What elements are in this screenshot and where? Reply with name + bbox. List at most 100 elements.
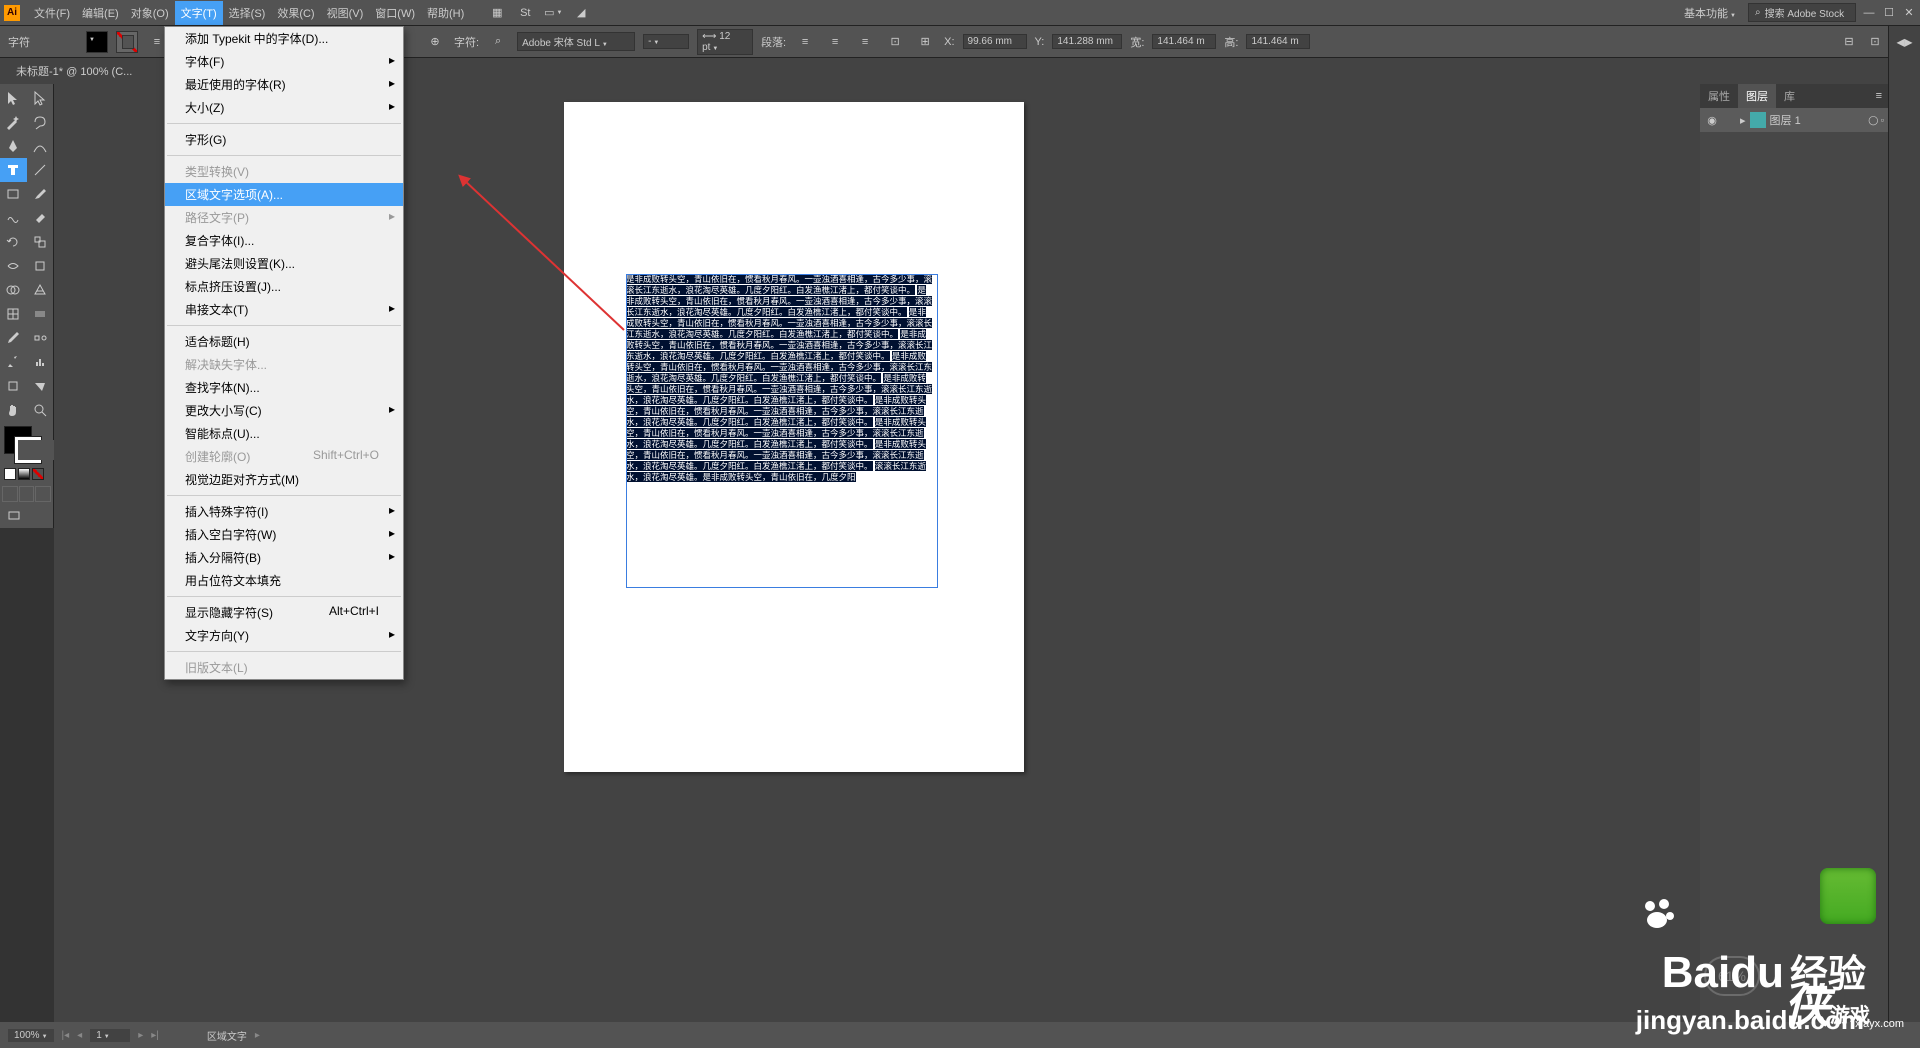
w-value[interactable]: 141.464 m bbox=[1152, 34, 1216, 49]
text-frame[interactable]: 是非成败转头空，青山依旧在，惯看秋月春风。一壶浊酒喜相逢，古今多少事，滚滚长江东… bbox=[626, 274, 932, 483]
screen-mode[interactable] bbox=[0, 504, 27, 528]
menu-select[interactable]: 选择(S) bbox=[223, 1, 272, 25]
panel-menu-icon[interactable]: ≡ bbox=[1876, 90, 1882, 102]
char-panel-label[interactable]: 字符 bbox=[8, 34, 30, 50]
curvature-tool[interactable] bbox=[27, 134, 54, 158]
eraser-tool[interactable] bbox=[27, 206, 54, 230]
workspace-switcher[interactable]: 基本功能 bbox=[1678, 1, 1742, 25]
menu-edit[interactable]: 编辑(E) bbox=[76, 1, 125, 25]
menu-item[interactable]: 显示隐藏字符(S)Alt+Ctrl+I bbox=[165, 601, 403, 624]
menu-help[interactable]: 帮助(H) bbox=[421, 1, 470, 25]
ref-point-icon[interactable]: ⊞ bbox=[914, 31, 936, 53]
menu-object[interactable]: 对象(O) bbox=[125, 1, 175, 25]
perspective-tool[interactable] bbox=[27, 278, 54, 302]
panel-tab-properties[interactable]: 属性 bbox=[1700, 84, 1738, 108]
menu-item[interactable]: 避头尾法则设置(K)... bbox=[165, 252, 403, 275]
font-size[interactable]: ⟷ 12 pt bbox=[697, 29, 753, 55]
symbol-tool[interactable] bbox=[0, 350, 27, 374]
stock-icon[interactable]: St bbox=[514, 2, 536, 24]
maximize-button[interactable]: ☐ bbox=[1882, 6, 1896, 19]
menu-item[interactable]: 大小(Z)▸ bbox=[165, 96, 403, 119]
close-button[interactable]: ✕ bbox=[1902, 6, 1916, 19]
eyedropper-tool[interactable] bbox=[0, 326, 27, 350]
slice-tool[interactable] bbox=[27, 374, 54, 398]
menu-item[interactable]: 更改大小写(C)▸ bbox=[165, 399, 403, 422]
menu-item[interactable]: 最近使用的字体(R)▸ bbox=[165, 73, 403, 96]
hand-tool[interactable] bbox=[0, 398, 27, 422]
layer-row[interactable]: ◉ ▸ 图层 1 ◯ ▫ bbox=[1700, 108, 1888, 132]
first-page-icon[interactable]: |◂ bbox=[62, 1030, 70, 1041]
panel-dock-edge[interactable] bbox=[1888, 58, 1920, 1022]
menu-item[interactable]: 串接文本(T)▸ bbox=[165, 298, 403, 321]
blend-tool[interactable] bbox=[27, 326, 54, 350]
fill-stroke-indicator[interactable] bbox=[0, 422, 53, 484]
direct-selection-tool[interactable] bbox=[27, 86, 54, 110]
menu-item[interactable]: 标点挤压设置(J)... bbox=[165, 275, 403, 298]
x-value[interactable]: 99.66 mm bbox=[963, 34, 1027, 49]
menu-item[interactable]: 智能标点(U)... bbox=[165, 422, 403, 445]
transform-icon[interactable]: ⊡ bbox=[884, 31, 906, 53]
menu-item[interactable]: 字体(F)▸ bbox=[165, 50, 403, 73]
menu-effect[interactable]: 效果(C) bbox=[271, 1, 320, 25]
menu-type[interactable]: 文字(T) bbox=[175, 1, 223, 25]
pen-tool[interactable] bbox=[0, 134, 27, 158]
font-style[interactable]: - bbox=[643, 34, 689, 49]
align-right-icon[interactable]: ≡ bbox=[854, 31, 876, 53]
minimize-button[interactable]: — bbox=[1862, 7, 1876, 19]
menu-item[interactable]: 插入分隔符(B)▸ bbox=[165, 546, 403, 569]
line-tool[interactable] bbox=[27, 158, 54, 182]
arrange-icon[interactable]: ▭ bbox=[542, 2, 564, 24]
align-left-icon[interactable]: ≡ bbox=[794, 31, 816, 53]
setup-icon[interactable]: ⊟ bbox=[1838, 31, 1860, 53]
type-tool[interactable] bbox=[0, 158, 27, 182]
stroke-swatch[interactable] bbox=[116, 31, 138, 53]
draw-mode[interactable] bbox=[0, 484, 53, 504]
font-family[interactable]: Adobe 宋体 Std L bbox=[517, 32, 635, 51]
font-panel-icon[interactable]: ⊕ bbox=[424, 31, 446, 53]
status-menu-icon[interactable]: ▸ bbox=[255, 1030, 260, 1041]
prev-page-icon[interactable]: ◂ bbox=[77, 1030, 82, 1041]
gradient-tool[interactable] bbox=[27, 302, 54, 326]
menu-item[interactable]: 查找字体(N)... bbox=[165, 376, 403, 399]
dock-collapse-icon[interactable]: ◂▸ bbox=[1888, 26, 1920, 58]
gpu-icon[interactable]: ◢ bbox=[570, 2, 592, 24]
search-adobe-stock[interactable]: ⌕搜索 Adobe Stock bbox=[1748, 3, 1856, 22]
menu-item[interactable]: 文字方向(Y)▸ bbox=[165, 624, 403, 647]
menu-item[interactable]: 区域文字选项(A)... bbox=[165, 183, 403, 206]
target-icon[interactable]: ◯ ▫ bbox=[1868, 115, 1884, 126]
last-page-icon[interactable]: ▸| bbox=[151, 1030, 159, 1041]
h-value[interactable]: 141.464 m bbox=[1246, 34, 1310, 49]
font-search-icon[interactable]: ⌕ bbox=[487, 31, 509, 53]
artboard-nav[interactable]: 1 bbox=[90, 1029, 130, 1042]
zoom-tool[interactable] bbox=[27, 398, 54, 422]
width-tool[interactable] bbox=[0, 254, 27, 278]
align-center-icon[interactable]: ≡ bbox=[824, 31, 846, 53]
menu-item[interactable]: 插入空白字符(W)▸ bbox=[165, 523, 403, 546]
graph-tool[interactable] bbox=[27, 350, 54, 374]
shaper-tool[interactable] bbox=[0, 206, 27, 230]
menu-item[interactable]: 插入特殊字符(I)▸ bbox=[165, 500, 403, 523]
menu-item[interactable]: 适合标题(H) bbox=[165, 330, 403, 353]
scale-tool[interactable] bbox=[27, 230, 54, 254]
menu-item[interactable]: 字形(G) bbox=[165, 128, 403, 151]
menu-file[interactable]: 文件(F) bbox=[28, 1, 76, 25]
visibility-icon[interactable]: ◉ bbox=[1704, 114, 1720, 127]
free-transform-tool[interactable] bbox=[27, 254, 54, 278]
panel-tab-libraries[interactable]: 库 bbox=[1776, 84, 1803, 108]
menu-view[interactable]: 视图(V) bbox=[321, 1, 370, 25]
shape-builder-tool[interactable] bbox=[0, 278, 27, 302]
menu-window[interactable]: 窗口(W) bbox=[369, 1, 421, 25]
selection-tool[interactable] bbox=[0, 86, 27, 110]
y-value[interactable]: 141.288 mm bbox=[1052, 34, 1122, 49]
layer-name[interactable]: 图层 1 bbox=[1770, 112, 1801, 128]
menu-item[interactable]: 视觉边距对齐方式(M) bbox=[165, 468, 403, 491]
panel-tab-layers[interactable]: 图层 bbox=[1738, 84, 1776, 108]
bridge-icon[interactable]: ▦ bbox=[486, 2, 508, 24]
magic-wand-tool[interactable] bbox=[0, 110, 27, 134]
fill-swatch[interactable] bbox=[86, 31, 108, 53]
document-tab[interactable]: 未标题-1* @ 100% (C... bbox=[8, 59, 140, 83]
menu-item[interactable]: 添加 Typekit 中的字体(D)... bbox=[165, 27, 403, 50]
lasso-tool[interactable] bbox=[27, 110, 54, 134]
paintbrush-tool[interactable] bbox=[27, 182, 54, 206]
menu-item[interactable]: 用占位符文本填充 bbox=[165, 569, 403, 592]
